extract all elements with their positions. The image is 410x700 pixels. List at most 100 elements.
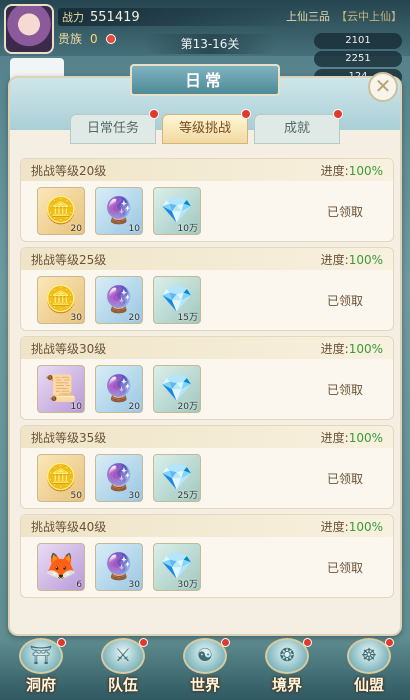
nav-team[interactable]: ⚔ 队伍	[90, 638, 156, 696]
notification-dot-icon	[221, 638, 230, 647]
spirit-stone-icon[interactable]: 💎 30万	[153, 543, 201, 591]
spirit-stone-icon[interactable]: 💎 20万	[153, 365, 201, 413]
claimed-status: 已领取	[326, 383, 363, 397]
progress-value: 100%	[348, 519, 383, 534]
notification-dot-icon	[385, 638, 394, 647]
challenge-card: 挑战等级20级 进度:100% 🪙 20 🔮 10 💎 10万 已领取	[20, 158, 394, 242]
spirit-stone-icon[interactable]: 💎 25万	[153, 454, 201, 502]
nav-label: 洞府	[25, 676, 56, 694]
claimed-status: 已领取	[326, 561, 363, 575]
reward-glyph: 🔮	[102, 285, 136, 315]
resource-1: 2101	[314, 33, 402, 49]
close-button[interactable]: ✕	[368, 72, 398, 102]
tab-2[interactable]: 成就	[254, 109, 343, 144]
nav-cave[interactable]: ⛩ 洞府	[8, 638, 74, 696]
nav-alliance[interactable]: ☸ 仙盟	[336, 638, 402, 696]
reward-count: 25万	[177, 491, 198, 501]
progress-display: 进度:100%	[321, 251, 383, 268]
nav-label: 仙盟	[353, 676, 384, 694]
progress-display: 进度:100%	[321, 340, 383, 357]
card-header: 挑战等级40级 进度:100%	[21, 515, 393, 537]
resource-2: 2251	[314, 51, 402, 67]
progress-value: 100%	[348, 163, 383, 178]
progress-display: 进度:100%	[321, 162, 383, 179]
reward-glyph: 🔮	[102, 374, 136, 404]
close-icon: ✕	[374, 74, 392, 98]
reward-glyph: 🔮	[102, 463, 136, 493]
card-header: 挑战等级35级 进度:100%	[21, 426, 393, 448]
challenge-title: 挑战等级20级	[31, 163, 107, 178]
crystal-orb-icon[interactable]: 🔮 10	[95, 187, 143, 235]
spirit-pet-icon[interactable]: 🦊 6	[37, 543, 85, 591]
power-value: 551419	[90, 9, 140, 25]
reward-count: 30	[128, 580, 140, 590]
tab-label: 等级挑战	[178, 121, 231, 136]
tab-1[interactable]: 等级挑战	[162, 109, 251, 144]
spirit-stone-icon[interactable]: 💎 10万	[153, 187, 201, 235]
rank-title[interactable]: 上仙三品 【云中上仙】	[286, 8, 402, 24]
nav-realm[interactable]: ❂ 境界	[254, 638, 320, 696]
power-label: 战力	[62, 11, 84, 24]
spirit-stone-icon[interactable]: 💎 15万	[153, 276, 201, 324]
noble-display[interactable]: 贵族 0	[58, 30, 116, 47]
reward-glyph: 🪙	[44, 285, 78, 315]
talisman-icon[interactable]: 📜 10	[37, 365, 85, 413]
reward-glyph: 📜	[44, 374, 78, 404]
panel-title: 日常	[130, 64, 280, 96]
stage-label: 第13-16关	[145, 34, 275, 54]
gold-ingot-icon[interactable]: 🪙 50	[37, 454, 85, 502]
notification-dot-icon	[149, 109, 159, 119]
gold-ingot-icon[interactable]: 🪙 20	[37, 187, 85, 235]
progress-value: 100%	[348, 252, 383, 267]
progress-value: 100%	[348, 341, 383, 356]
crystal-orb-icon[interactable]: 🔮 20	[95, 365, 143, 413]
card-header: 挑战等级25级 进度:100%	[21, 248, 393, 270]
rank-subtitle: 【云中上仙】	[336, 10, 402, 23]
nav-world[interactable]: ☯ 世界	[172, 638, 238, 696]
nav-label: 队伍	[107, 676, 138, 694]
notification-dot-icon	[333, 109, 343, 119]
reward-glyph: 🪙	[44, 196, 78, 226]
claimed-status: 已领取	[326, 472, 363, 486]
reward-count: 20万	[177, 402, 198, 412]
reward-glyph: 🪙	[44, 463, 78, 493]
progress-display: 进度:100%	[321, 518, 383, 535]
power-display: 战力 551419	[58, 8, 298, 26]
challenge-card: 挑战等级40级 进度:100% 🦊 6 🔮 30 💎 30万 已领取	[20, 514, 394, 598]
reward-count: 10	[70, 402, 82, 412]
reward-glyph: 🦊	[44, 552, 78, 582]
reward-count: 30	[70, 313, 82, 323]
challenge-card: 挑战等级30级 进度:100% 📜 10 🔮 20 💎 20万 已领取	[20, 336, 394, 420]
reward-count: 20	[128, 313, 140, 323]
reward-glyph: 🔮	[102, 196, 136, 226]
crystal-orb-icon[interactable]: 🔮 20	[95, 276, 143, 324]
gold-ingot-icon[interactable]: 🪙 30	[37, 276, 85, 324]
progress-label: 进度:	[320, 252, 349, 267]
progress-label: 进度:	[320, 163, 349, 178]
claimed-status: 已领取	[326, 205, 363, 219]
crystal-orb-icon[interactable]: 🔮 30	[95, 454, 143, 502]
reward-count: 10	[128, 224, 140, 234]
reward-count: 20	[128, 402, 140, 412]
card-header: 挑战等级30级 进度:100%	[21, 337, 393, 359]
notification-dot-icon	[57, 638, 66, 647]
challenge-card: 挑战等级25级 进度:100% 🪙 30 🔮 20 💎 15万 已领取	[20, 247, 394, 331]
daily-panel: 日常 ✕ 日常任务 等级挑战 成就 挑战等级20级 进度:100% 🪙 20 🔮 10 💎 10万…	[8, 64, 402, 636]
reward-glyph: 🔮	[102, 552, 136, 582]
challenge-card: 挑战等级35级 进度:100% 🪙 50 🔮 30 💎 25万 已领取	[20, 425, 394, 509]
card-header: 挑战等级20级 进度:100%	[21, 159, 393, 181]
notification-dot-icon	[241, 109, 251, 119]
nav-label: 境界	[271, 676, 302, 694]
nav-label: 世界	[189, 676, 220, 694]
noble-value: 0	[90, 31, 98, 46]
progress-value: 100%	[348, 430, 383, 445]
reward-count: 30万	[177, 580, 198, 590]
player-avatar[interactable]	[4, 4, 54, 54]
progress-label: 进度:	[320, 341, 349, 356]
crystal-orb-icon[interactable]: 🔮 30	[95, 543, 143, 591]
tab-0[interactable]: 日常任务	[70, 109, 159, 144]
reward-count: 30	[128, 491, 140, 501]
tab-bar: 日常任务 等级挑战 成就	[70, 109, 343, 144]
notification-dot-icon	[303, 638, 312, 647]
challenge-title: 挑战等级25级	[31, 252, 107, 267]
